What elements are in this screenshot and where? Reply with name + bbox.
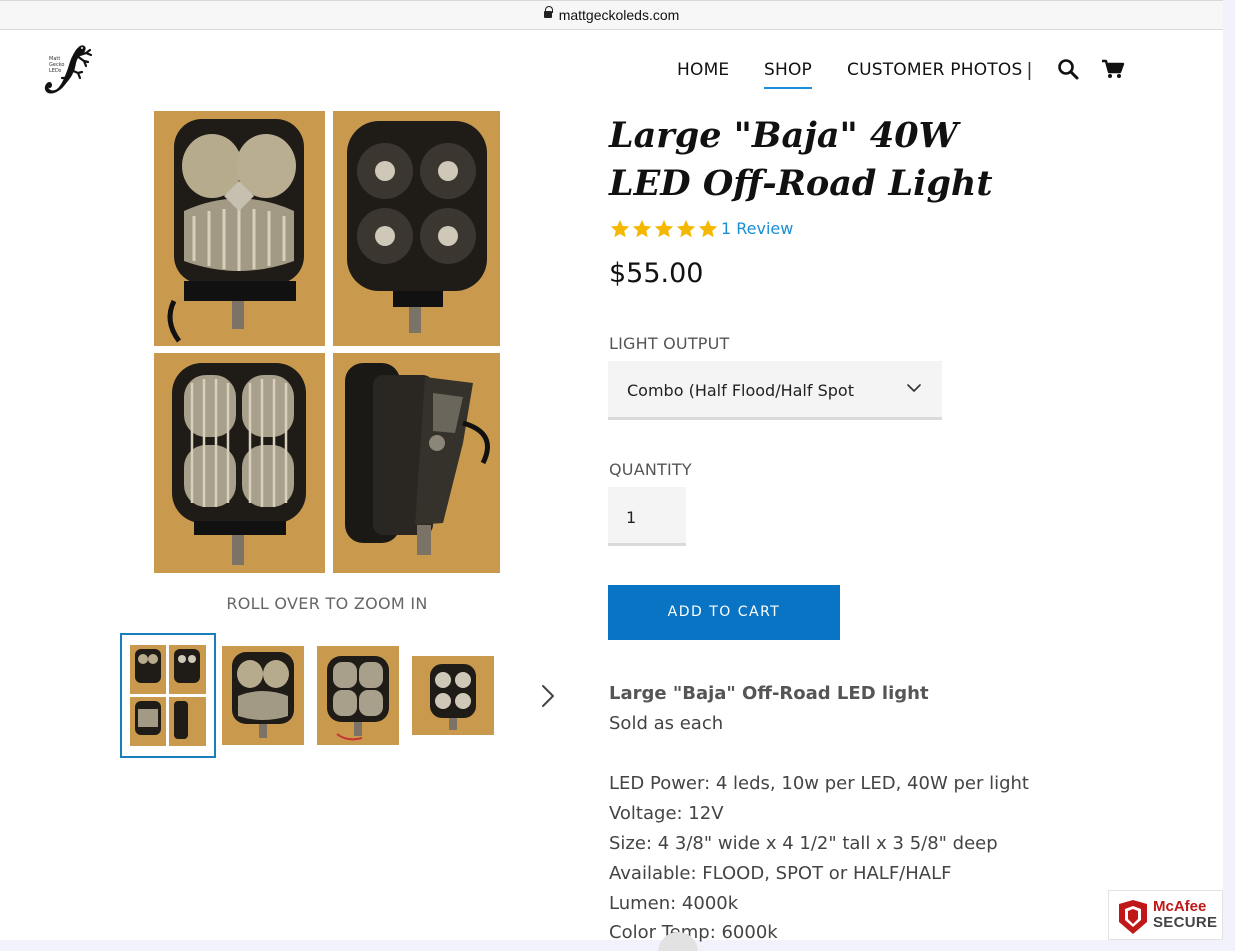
thumbnail-image <box>327 656 389 741</box>
led-light-front-photo <box>167 119 304 343</box>
light-output-value: Combo (Half Flood/Half Spot <box>627 381 854 400</box>
product-title-line: Large "Baja" 40W <box>609 115 958 156</box>
image-quadrant <box>333 353 500 573</box>
nav-customer-photos[interactable]: CUSTOMER PHOTOS <box>847 60 1022 80</box>
star-icon <box>698 219 718 238</box>
description-line: Lumen: 4000k <box>609 893 739 914</box>
address-bar[interactable]: mattgeckoleds.com <box>0 0 1223 30</box>
next-thumbnails-button[interactable] <box>538 683 558 709</box>
description-line: Size: 4 3/8" wide x 4 1/2" tall x 3 5/8"… <box>609 833 998 854</box>
scrollbar-track <box>1223 0 1235 951</box>
light-output-select[interactable]: Combo (Half Flood/Half Spot <box>608 361 942 420</box>
chevron-right-icon <box>542 685 554 707</box>
mcafee-secure-text: SECURE <box>1153 914 1218 931</box>
description-line: Voltage: 12V <box>609 803 724 824</box>
led-light-spot-photo <box>347 121 487 333</box>
star-icon <box>654 219 674 238</box>
led-light-side-photo <box>345 363 490 555</box>
description-line: Available: FLOOD, SPOT or HALF/HALF <box>609 863 952 884</box>
thumbnail-image <box>232 652 294 738</box>
thumbnail-1[interactable] <box>130 645 206 746</box>
thumbnail-image <box>430 664 476 730</box>
quantity-value: 1 <box>626 508 637 527</box>
lock-icon <box>543 6 553 21</box>
star-icon <box>676 219 696 238</box>
rating-stars <box>609 218 719 240</box>
description-line: Sold as each <box>609 713 724 734</box>
search-icon <box>1058 59 1079 80</box>
thumbnail-3[interactable] <box>317 646 399 745</box>
quantity-label: QUANTITY <box>609 460 692 479</box>
product-main-image[interactable] <box>154 111 500 573</box>
description-line: LED Power: 4 leds, 10w per LED, 40W per … <box>609 773 1029 794</box>
quantity-input[interactable]: 1 <box>608 487 686 546</box>
thumbnail-4[interactable] <box>412 656 494 735</box>
star-icon <box>610 219 630 238</box>
site-logo[interactable]: Matt Gecko LEDs <box>40 42 98 98</box>
nav-shop[interactable]: SHOP <box>764 60 813 89</box>
product-title: Large "Baja" 40W LED Off-Road Light <box>609 112 1009 208</box>
zoom-hint: ROLL OVER TO ZOOM IN <box>226 594 428 613</box>
search-button[interactable] <box>1057 58 1081 82</box>
product-title-line: LED Off-Road Light <box>609 163 993 204</box>
nav-separator: | <box>1027 60 1032 81</box>
logo-text: Matt Gecko LEDs <box>49 56 64 74</box>
star-icon <box>632 219 652 238</box>
url-text: mattgeckoleds.com <box>558 7 680 23</box>
chevron-down-icon <box>907 384 921 392</box>
mcafee-shield-icon <box>1119 900 1147 934</box>
cart-icon <box>1102 59 1125 78</box>
add-to-cart-button[interactable]: ADD TO CART <box>608 585 840 640</box>
cart-button[interactable] <box>1101 58 1125 82</box>
nav-home[interactable]: HOME <box>677 60 729 80</box>
thumbnail-image <box>130 645 206 746</box>
product-price: $55.00 <box>609 258 704 289</box>
thumbnail-2[interactable] <box>222 646 304 745</box>
mcafee-secure-badge[interactable]: McAfee SECURE <box>1108 890 1223 940</box>
reviews-link[interactable]: 1 Review <box>721 219 793 238</box>
image-quadrant <box>154 111 325 346</box>
description-headline: Large "Baja" Off-Road LED light <box>609 683 929 704</box>
logo-text-line: LEDs <box>49 68 62 74</box>
led-light-flood-photo <box>172 363 306 565</box>
image-quadrant <box>154 353 325 573</box>
light-output-label: LIGHT OUTPUT <box>609 334 730 353</box>
image-quadrant <box>333 111 500 346</box>
mcafee-brand-text: McAfee <box>1153 898 1207 915</box>
